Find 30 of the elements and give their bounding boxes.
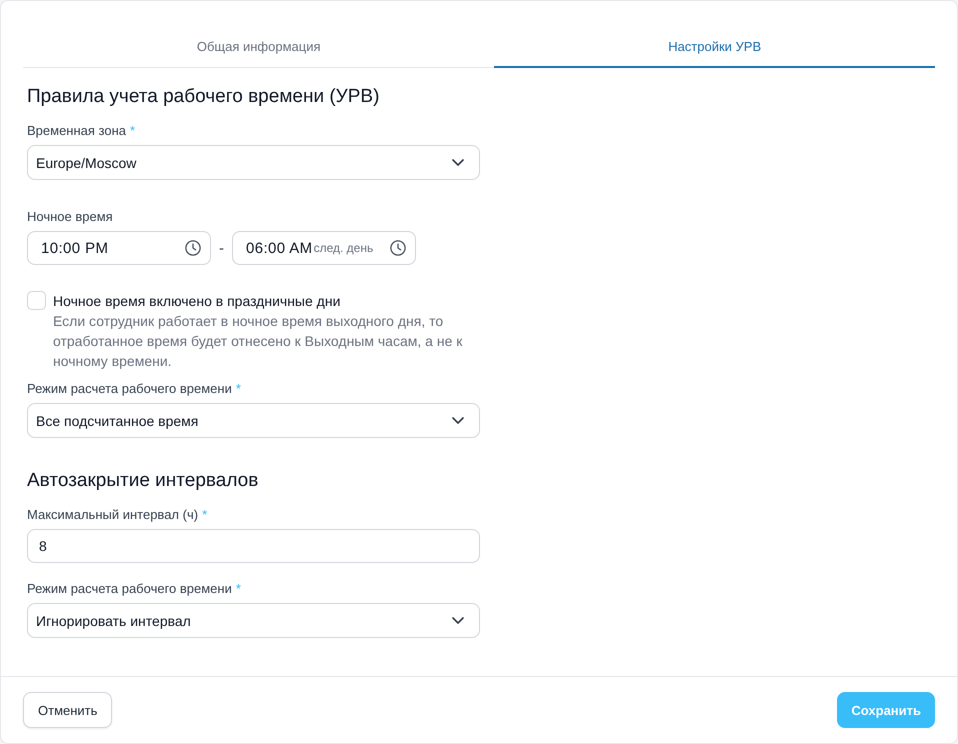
clock-icon (390, 240, 406, 256)
chevron-down-icon (452, 617, 464, 624)
checkbox[interactable] (27, 291, 46, 310)
dropdown-field[interactable]: Все подсчитанное время (27, 403, 480, 438)
section-title: Правила учета рабочего времени (УРВ) (27, 85, 380, 109)
range-separator: - (219, 240, 224, 256)
time-field[interactable]: 06:00 AM след. день (232, 231, 416, 265)
required-mark: * (202, 506, 208, 524)
field-label: Временная зона (27, 122, 126, 140)
dropdown-field[interactable]: Europe/Moscow (27, 145, 480, 180)
field-label: Максимальный интервал (ч) (27, 506, 198, 524)
cancel-button[interactable]: Отменить (23, 692, 112, 728)
time-field[interactable]: 10:00 PM (27, 231, 211, 265)
checkbox-description: Если сотрудник работает в ночное время выходного дня, то отработанное время будет отнесено к Выходным часам, а не к ночному времени. (53, 312, 464, 371)
tab[interactable]: Настройки УРВ (494, 26, 935, 68)
checkbox-label: Ночное время включено в праздничные дни (53, 292, 342, 311)
dropdown-field[interactable]: Игнорировать интервал (27, 603, 480, 638)
chevron-down-icon (452, 417, 464, 424)
clock-icon (185, 240, 201, 256)
required-mark: * (236, 380, 241, 398)
field-label: Режим расчета рабочего времени (27, 580, 232, 598)
section-title: Автозакрытие интервалов (27, 469, 260, 493)
field-label: Ночное время (27, 208, 113, 226)
required-mark: * (130, 122, 136, 140)
tab[interactable]: Общая информация (23, 26, 494, 68)
next-day-hint: след. день (314, 241, 374, 255)
input-field[interactable]: 8 (27, 529, 480, 563)
chevron-down-icon (452, 159, 464, 166)
required-mark: * (236, 580, 241, 598)
field-label: Режим расчета рабочего времени (27, 380, 232, 398)
